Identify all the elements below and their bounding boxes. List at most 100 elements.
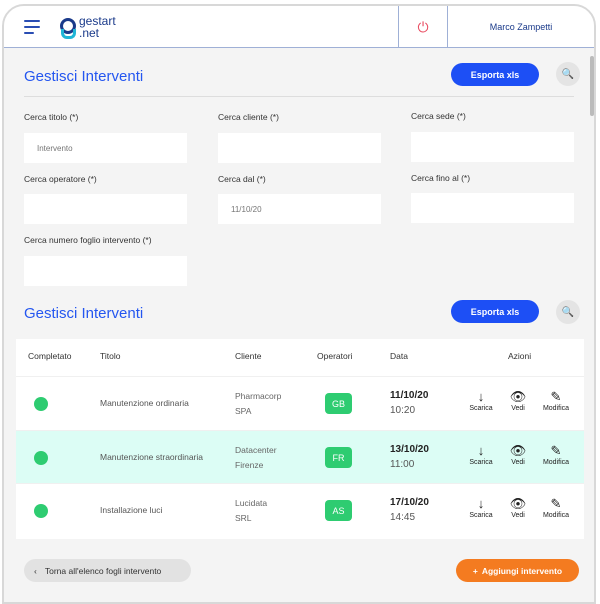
download-label: Scarica xyxy=(469,512,493,519)
download-button[interactable]: ↓ Scarica xyxy=(461,496,501,519)
row-title: Installazione luci xyxy=(100,505,163,515)
add-label: Aggiungi intervento xyxy=(481,565,563,576)
logo[interactable]: gestart .net xyxy=(59,15,116,39)
edit-icon: ✎ xyxy=(550,496,562,511)
back-label: Torna all'elenco fogli intervento xyxy=(44,565,162,576)
row-title: Manutenzione straordinaria xyxy=(100,452,204,462)
interventi-table: Completato Titolo Cliente Operatori Data… xyxy=(16,339,584,539)
row-date: 17/10/20 14:45 xyxy=(390,495,429,525)
user-name[interactable]: Marco Zampetti xyxy=(448,6,594,48)
search-title: Gestisci Interventi xyxy=(24,68,144,85)
col-operatori: Operatori xyxy=(317,351,353,361)
row-date: 13/10/20 11:00 xyxy=(390,442,429,472)
date: 13/10/20 xyxy=(390,444,429,455)
table-row[interactable]: Installazione luci Lucidata SRL AS 17/10/… xyxy=(16,483,584,536)
label-numero-foglio: Cerca numero foglio intervento (*) xyxy=(24,235,152,245)
logo-icon xyxy=(59,15,76,39)
client-line2: SRL xyxy=(235,513,252,523)
label-titolo: Cerca titolo (*) xyxy=(24,112,79,122)
edit-label: Modifica xyxy=(542,405,570,412)
operator-badge: FR xyxy=(325,447,352,468)
eye-icon: 👁 xyxy=(509,496,527,511)
row-client: Datacenter Firenze xyxy=(235,443,277,473)
col-azioni: Azioni xyxy=(508,351,532,361)
operator-badge: AS xyxy=(325,500,352,521)
label-dal: Cerca dal (*) xyxy=(218,174,266,184)
edit-button[interactable]: ✎ Modifica xyxy=(536,496,576,519)
edit-button[interactable]: ✎ Modifica xyxy=(536,389,576,412)
client-line1: Lucidata xyxy=(235,498,268,508)
edit-label: Modifica xyxy=(542,512,570,519)
edit-button[interactable]: ✎ Modifica xyxy=(536,443,576,466)
logo-line2: .net xyxy=(79,26,100,40)
add-intervento-button[interactable]: + Aggiungi intervento xyxy=(456,559,579,582)
row-client: Lucidata SRL xyxy=(235,496,267,526)
row-client: Pharmacorp SPA xyxy=(235,389,281,419)
download-button[interactable]: ↓ Scarica xyxy=(461,443,501,466)
col-cliente: Cliente xyxy=(235,351,262,361)
label-operatore: Cerca operatore (*) xyxy=(24,174,97,184)
view-button[interactable]: 👁 Vedi xyxy=(498,389,538,412)
client-line2: SPA xyxy=(235,406,252,416)
cliente-input[interactable] xyxy=(218,133,381,163)
download-label: Scarica xyxy=(469,459,493,466)
col-titolo: Titolo xyxy=(100,351,121,361)
arrow-down-icon: ↓ xyxy=(477,389,485,404)
edit-icon: ✎ xyxy=(550,443,562,458)
chevron-left-icon: ‹ xyxy=(34,565,37,576)
download-label: Scarica xyxy=(469,405,493,412)
completed-indicator xyxy=(34,504,48,518)
download-button[interactable]: ↓ Scarica xyxy=(461,389,501,412)
operatore-input[interactable] xyxy=(24,194,187,224)
fino-al-input[interactable] xyxy=(411,193,574,223)
search-button[interactable]: 🔍 xyxy=(556,62,580,86)
table-row[interactable]: Manutenzione ordinaria Pharmacorp SPA GB … xyxy=(16,376,584,429)
view-button[interactable]: 👁 Vedi xyxy=(498,443,538,466)
date: 17/10/20 xyxy=(390,497,429,508)
header: gestart .net ⏻ Marco Zampetti xyxy=(4,6,594,48)
dal-input[interactable] xyxy=(218,194,381,224)
view-label: Vedi xyxy=(511,459,525,466)
edit-label: Modifica xyxy=(542,459,570,466)
menu-icon[interactable] xyxy=(24,20,40,38)
client-line1: Datacenter xyxy=(235,445,277,455)
arrow-down-icon: ↓ xyxy=(477,443,485,458)
list-title: Gestisci Interventi xyxy=(24,305,144,322)
eye-icon: 👁 xyxy=(509,389,527,404)
completed-indicator xyxy=(34,451,48,465)
operator-badge: GB xyxy=(325,393,352,414)
view-label: Vedi xyxy=(511,405,525,412)
search-icon: 🔍 xyxy=(561,68,575,80)
back-button[interactable]: ‹ Torna all'elenco fogli intervento xyxy=(24,559,191,582)
date: 11/10/20 xyxy=(390,390,429,401)
view-button[interactable]: 👁 Vedi xyxy=(498,496,538,519)
label-cliente: Cerca cliente (*) xyxy=(218,112,279,122)
plus-icon: + xyxy=(472,565,478,576)
row-title: Manutenzione ordinaria xyxy=(100,398,189,408)
label-fino-al: Cerca fino al (*) xyxy=(411,173,471,183)
row-date: 11/10/20 10:20 xyxy=(390,388,428,418)
completed-indicator xyxy=(34,397,48,411)
client-line1: Pharmacorp xyxy=(235,391,282,401)
table-row[interactable]: Manutenzione straordinaria Datacenter Fir… xyxy=(16,430,584,483)
divider xyxy=(24,96,574,97)
search-button-2[interactable]: 🔍 xyxy=(556,300,580,324)
scrollbar[interactable] xyxy=(590,56,594,116)
export-xls-button-2[interactable]: Esporta xls xyxy=(451,300,539,323)
power-icon: ⏻ xyxy=(417,18,429,35)
titolo-input[interactable] xyxy=(24,133,187,163)
col-completato: Completato xyxy=(28,351,72,361)
sede-input[interactable] xyxy=(411,132,574,162)
power-button[interactable]: ⏻ xyxy=(398,6,448,48)
export-xls-button[interactable]: Esporta xls xyxy=(451,63,539,86)
app-frame: gestart .net ⏻ Marco Zampetti Gestisci In… xyxy=(2,4,596,604)
numero-foglio-input[interactable] xyxy=(24,256,187,286)
time: 10:20 xyxy=(390,405,416,416)
label-sede: Cerca sede (*) xyxy=(411,111,466,121)
time: 14:45 xyxy=(390,512,416,523)
edit-icon: ✎ xyxy=(550,389,562,404)
time: 11:00 xyxy=(390,459,415,470)
col-data: Data xyxy=(390,351,408,361)
search-icon: 🔍 xyxy=(561,306,575,318)
arrow-down-icon: ↓ xyxy=(477,496,485,511)
